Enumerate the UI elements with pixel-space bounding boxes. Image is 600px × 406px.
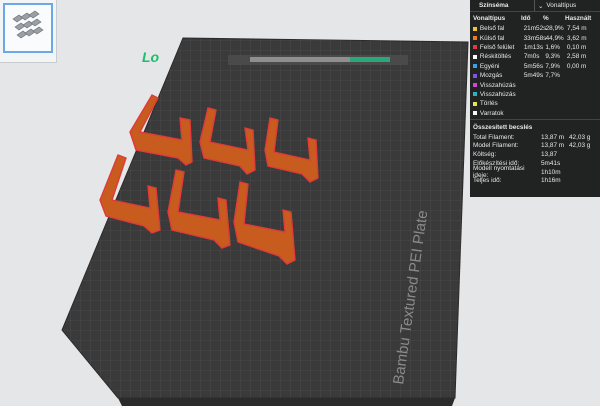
summary-value: 13,87 — [541, 151, 557, 159]
legend-swatch — [473, 111, 477, 116]
summary-value-2: 42,03 g — [569, 133, 591, 141]
legend-row-pct: 9,3% — [545, 53, 560, 61]
legend-row-name: Réskitöltés — [479, 53, 512, 61]
summary-label: Total Filament: — [473, 133, 515, 141]
legend-row[interactable]: Felső felület 1m13s 1,6% 0,10 m — [470, 43, 600, 52]
summary-row: Model Filament: 13,87 m 42,03 g — [470, 142, 600, 151]
legend-row-time: 21m52s — [523, 25, 547, 33]
summary-row: Teljes idő: 1h16m — [470, 176, 600, 185]
legend-row[interactable]: Belső fal 21m52s 28,9% 7,54 m — [470, 24, 600, 33]
legend-swatch — [473, 83, 477, 88]
legend-row-name: Külső fal — [479, 34, 505, 42]
legend-panel: Színséma ⌄ Vonaltípus Vonaltípus Idő % H… — [470, 0, 600, 197]
legend-swatch — [473, 101, 477, 106]
legend-row-time: 33m58s — [523, 34, 547, 42]
summary-title: Összesített becslés — [470, 118, 600, 133]
legend-row-name: Visszahúzás — [479, 81, 516, 89]
legend-row[interactable]: Visszahúzás — [470, 80, 600, 89]
legend-type-selector[interactable]: ⌄ Vonaltípus — [534, 0, 600, 11]
legend-row[interactable]: Külső fal 33m58s 44,9% 3,62 m — [470, 33, 600, 42]
legend-row-time: 7m0s — [523, 53, 540, 61]
summary-label: Model Filament: — [473, 142, 519, 150]
legend-columns: Vonaltípus Idő % Használt — [470, 12, 600, 24]
chevron-down-icon: ⌄ — [538, 2, 544, 10]
legend-row-time: 5m49s — [523, 72, 544, 80]
summary-label: Teljes idő: — [473, 177, 502, 185]
legend-row-name: Törlés — [479, 100, 498, 108]
summary-value: 13,87 m — [541, 133, 565, 141]
legend-row-name: Mozgás — [479, 72, 503, 80]
plate-top-strip — [228, 55, 408, 65]
legend-row-name: Felső felület — [479, 43, 515, 51]
legend-row-used: 2,58 m — [566, 53, 587, 61]
legend-row-name: Egyéni — [479, 62, 500, 70]
legend-title: Színséma — [479, 2, 509, 9]
legend-row-used: 3,62 m — [566, 34, 587, 42]
plate-label: Lo — [142, 49, 160, 65]
legend-swatch — [473, 64, 477, 69]
summary-row: Modell nyomtatási ideje: 1h10m — [470, 165, 600, 179]
legend-row-pct: 1,6% — [545, 43, 560, 51]
legend-row[interactable]: Réskitöltés 7m0s 9,3% 2,58 m — [470, 52, 600, 61]
legend-row[interactable]: Egyéni 5m56s 7,9% 0,00 m — [470, 62, 600, 71]
summary-row: Total Filament: 13,87 m 42,03 g — [470, 133, 600, 142]
legend-row-name: Visszahúzás — [479, 90, 516, 98]
legend-swatch — [473, 26, 477, 31]
legend-row-name: Belső fal — [479, 25, 505, 33]
summary-value: 13,87 m — [541, 142, 565, 150]
legend-row-used: 7,54 m — [566, 25, 587, 33]
legend-swatch — [473, 36, 477, 41]
legend-row-pct: 44,9% — [545, 34, 564, 42]
legend-swatch — [473, 45, 477, 50]
legend-row-used: 0,00 m — [566, 62, 587, 70]
legend-row-time: 5m56s — [523, 62, 544, 70]
legend-row-time: 1m13s — [523, 43, 544, 51]
legend-swatch — [473, 73, 477, 78]
legend-row-name: Varratok — [479, 109, 504, 117]
summary-label: Költség: — [473, 151, 497, 159]
summary-value-2: 42,03 g — [569, 142, 591, 150]
legend-swatch — [473, 54, 477, 59]
legend-col-pct: % — [543, 14, 549, 22]
legend-row-used: 0,10 m — [566, 43, 587, 51]
legend-row[interactable]: Visszahúzás — [470, 90, 600, 99]
legend-row-pct: 7,7% — [545, 72, 560, 80]
legend-col-time: Idő — [521, 14, 531, 22]
legend-row-pct: 7,9% — [545, 62, 560, 70]
legend-swatch — [473, 92, 477, 97]
summary-value: 5m41s — [541, 159, 561, 167]
legend-row[interactable]: Törlés — [470, 99, 600, 108]
summary-value: 1h16m — [541, 177, 561, 185]
legend-type-value: Vonaltípus — [546, 2, 577, 9]
legend-col-used: Használt — [565, 14, 592, 22]
legend-col-type: Vonaltípus — [473, 14, 506, 22]
legend-row-pct: 28,9% — [545, 25, 564, 33]
legend-row[interactable]: Varratok — [470, 109, 600, 118]
legend-row[interactable]: Mozgás 5m49s 7,7% — [470, 71, 600, 80]
summary-row: Költség: 13,87 — [470, 150, 600, 159]
summary-value: 1h10m — [541, 168, 561, 176]
